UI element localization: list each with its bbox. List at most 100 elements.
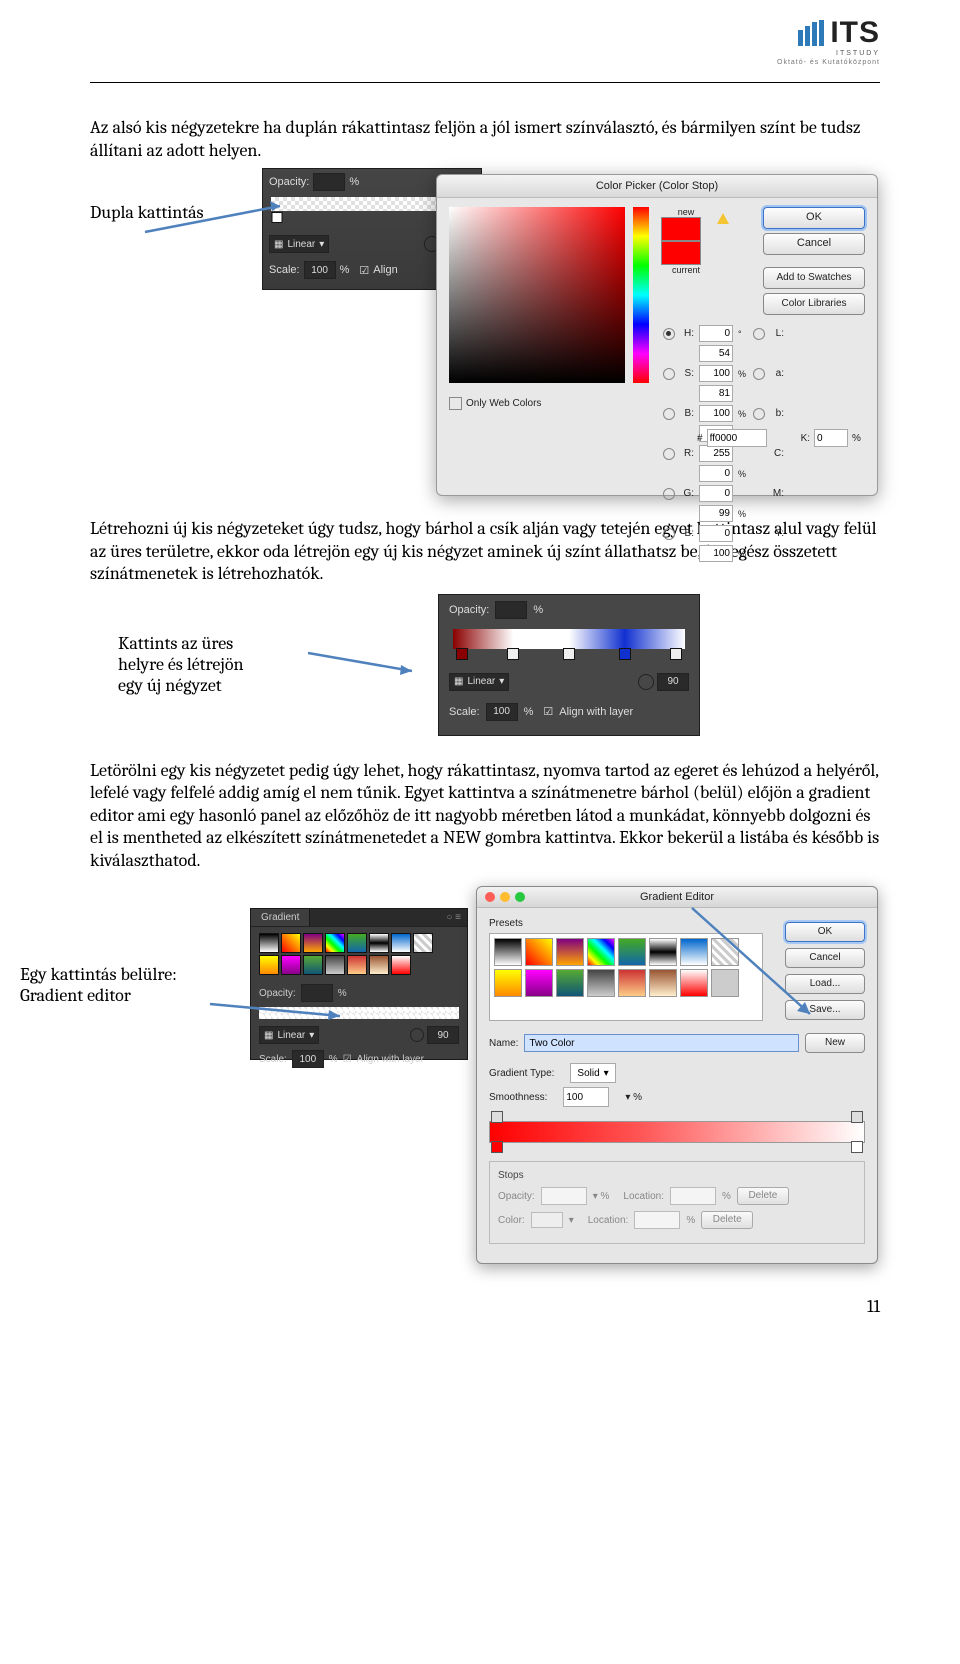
current-color-swatch[interactable] (661, 241, 701, 265)
delete-stop-button[interactable]: Delete (701, 1211, 753, 1229)
opacity-stop[interactable] (491, 1111, 503, 1123)
opacity-stop[interactable] (851, 1111, 863, 1123)
smoothness-label: Smoothness: (489, 1092, 547, 1103)
new-current-swatches: new current (661, 207, 711, 275)
gradient-edit-bar[interactable] (489, 1121, 865, 1143)
g-input[interactable] (699, 485, 733, 502)
left-presets-grid[interactable] (259, 933, 459, 975)
hue-slider[interactable] (633, 207, 649, 383)
window-traffic-lights[interactable] (485, 892, 525, 902)
gradient-knob-row[interactable] (453, 649, 685, 661)
stop-location-input-2[interactable] (634, 1211, 680, 1229)
color-field[interactable] (449, 207, 625, 383)
stops-section: Stops Opacity:▾ % Location:% Delete Colo… (489, 1161, 865, 1244)
paragraph-3: Letörölni egy kis négyzetet pedig úgy le… (90, 760, 880, 873)
gradient-bar[interactable] (259, 1007, 459, 1019)
a-radio[interactable] (753, 368, 765, 380)
h-input[interactable] (699, 325, 733, 342)
stop-knob[interactable] (619, 648, 631, 660)
opacity-input[interactable] (495, 601, 527, 619)
angle-input[interactable] (427, 1026, 459, 1044)
k-input[interactable] (814, 429, 848, 447)
color-libraries-button[interactable]: Color Libraries (763, 293, 865, 315)
logo-bars-icon (798, 20, 824, 46)
s-radio[interactable] (663, 368, 675, 380)
angle-dial-icon[interactable] (638, 674, 654, 690)
angle-input[interactable] (657, 673, 689, 691)
its-logo: ITS ITSTUDY Oktató- és Kutatóközpont (777, 16, 880, 66)
gradient-type-dropdown[interactable]: ▦ Linear ▾ (259, 1026, 319, 1044)
save-button[interactable]: Save... (785, 1000, 865, 1020)
stop-knob[interactable] (563, 648, 575, 660)
name-label: Name: (489, 1038, 518, 1049)
callout-dupla-kattintas: Dupla kattintás (90, 202, 204, 223)
delete-stop-button[interactable]: Delete (737, 1187, 789, 1205)
color-stop[interactable] (851, 1141, 863, 1153)
opacity-label: Opacity: (269, 176, 309, 188)
cancel-button[interactable]: Cancel (763, 233, 865, 255)
stop-location-input[interactable] (670, 1187, 716, 1205)
logo-text: ITS (830, 16, 880, 50)
load-button[interactable]: Load... (785, 974, 865, 994)
opacity-label: Opacity: (449, 604, 489, 616)
hex-input[interactable] (707, 429, 767, 447)
h-radio[interactable] (663, 328, 675, 340)
l-radio[interactable] (753, 328, 765, 340)
cancel-button[interactable]: Cancel (785, 948, 865, 968)
lab-b-radio[interactable] (753, 408, 765, 420)
scale-input[interactable] (292, 1050, 324, 1068)
gamut-warning-icon[interactable] (717, 213, 729, 224)
opacity-input[interactable] (301, 984, 333, 1002)
stop-knob[interactable] (670, 648, 682, 660)
angle-dial-icon[interactable] (410, 1028, 424, 1042)
new-color-swatch[interactable] (661, 217, 701, 241)
add-to-swatches-button[interactable]: Add to Swatches (763, 267, 865, 289)
bch-radio[interactable] (663, 528, 675, 540)
g-radio[interactable] (663, 488, 675, 500)
smoothness-input[interactable] (563, 1087, 609, 1107)
color-stop[interactable] (491, 1141, 503, 1153)
opacity-input[interactable] (313, 173, 345, 191)
stop-color-swatch[interactable] (531, 1212, 563, 1228)
header-rule (90, 82, 880, 83)
gradient-type-label: Gradient Type: (489, 1068, 554, 1079)
tab-gradient[interactable]: Gradient (251, 909, 309, 926)
stop-knob[interactable] (272, 212, 283, 223)
c-input[interactable] (699, 465, 733, 482)
bv-input[interactable] (699, 405, 733, 422)
s-input[interactable] (699, 365, 733, 382)
new-button[interactable]: New (805, 1033, 865, 1053)
stop-knob[interactable] (507, 648, 519, 660)
ps-gradient-panel-small: Opacity: % ▦ Linear ▾ Scale: (438, 594, 700, 736)
gradient-type-dropdown[interactable]: ▦ Linear ▾ (449, 673, 509, 691)
gradient-name-input[interactable] (524, 1034, 799, 1052)
presets-grid[interactable] (489, 933, 763, 1021)
color-picker-dialog: Color Picker (Color Stop) new current OK… (436, 174, 878, 496)
b-radio[interactable] (663, 408, 675, 420)
callout-gradient-editor: Egy kattintás belülre: Gradient editor (20, 964, 240, 1006)
gradient-editor-title: Gradient Editor (477, 887, 877, 908)
scale-label: Scale: (269, 264, 300, 276)
page-number: 11 (90, 1296, 880, 1317)
ok-button[interactable]: OK (763, 207, 865, 229)
stop-knob[interactable] (456, 648, 468, 660)
a-input[interactable] (699, 385, 733, 402)
gradient-bar[interactable] (453, 629, 685, 649)
scale-input[interactable] (304, 261, 336, 279)
logo-sub: ITSTUDY (777, 50, 880, 57)
r-radio[interactable] (663, 448, 675, 460)
align-label: Align with layer (559, 706, 633, 718)
bch-input[interactable] (699, 525, 733, 542)
l-input[interactable] (699, 345, 733, 362)
scale-input[interactable] (486, 703, 518, 721)
y-input[interactable] (699, 545, 733, 562)
m-input[interactable] (699, 505, 733, 522)
only-web-colors[interactable]: Only Web Colors (449, 397, 541, 410)
r-input[interactable] (699, 445, 733, 462)
gradient-type-dropdown[interactable]: ▦ Linear ▾ (269, 235, 329, 253)
stop-opacity-input[interactable] (541, 1187, 587, 1205)
gradient-type-select[interactable]: Solid ▾ (570, 1063, 615, 1083)
ok-button[interactable]: OK (785, 922, 865, 942)
paragraph-1: Az alsó kis négyzetekre ha duplán rákatt… (90, 117, 880, 162)
logo-tagline: Oktató- és Kutatóközpont (777, 59, 880, 66)
